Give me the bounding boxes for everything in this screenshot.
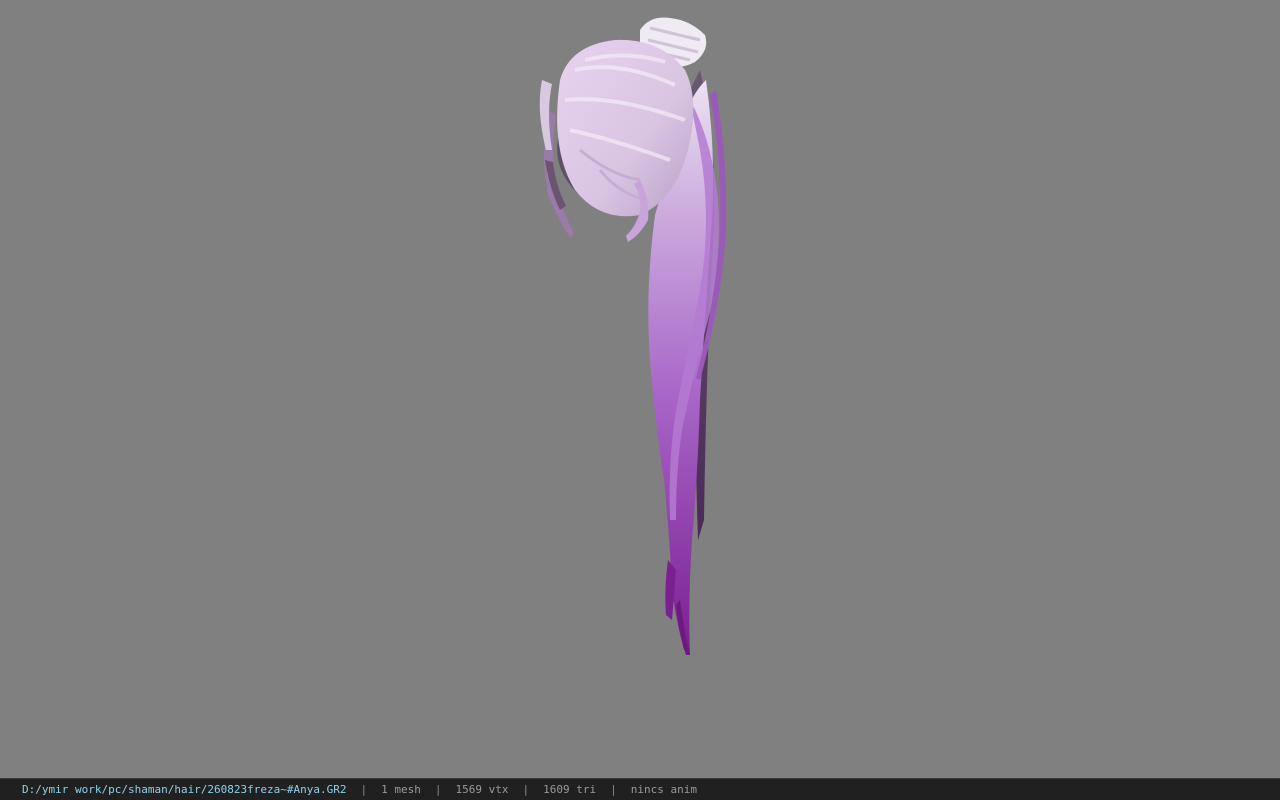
separator: |	[434, 783, 442, 796]
triangle-count: 1609 tri	[543, 783, 597, 796]
status-bar: D:/ymir work/pc/shaman/hair/260823freza~…	[0, 778, 1280, 800]
mesh-count: 1 mesh	[381, 783, 421, 796]
separator: |	[522, 783, 530, 796]
file-path: D:/ymir work/pc/shaman/hair/260823freza~…	[22, 783, 347, 796]
hair-model[interactable]	[0, 0, 1280, 778]
separator: |	[360, 783, 368, 796]
3d-viewport[interactable]	[0, 0, 1280, 778]
vertex-count: 1569 vtx	[455, 783, 509, 796]
separator: |	[610, 783, 617, 796]
ponytail-tips	[665, 560, 676, 620]
anim-status: nincs anim	[630, 783, 697, 796]
